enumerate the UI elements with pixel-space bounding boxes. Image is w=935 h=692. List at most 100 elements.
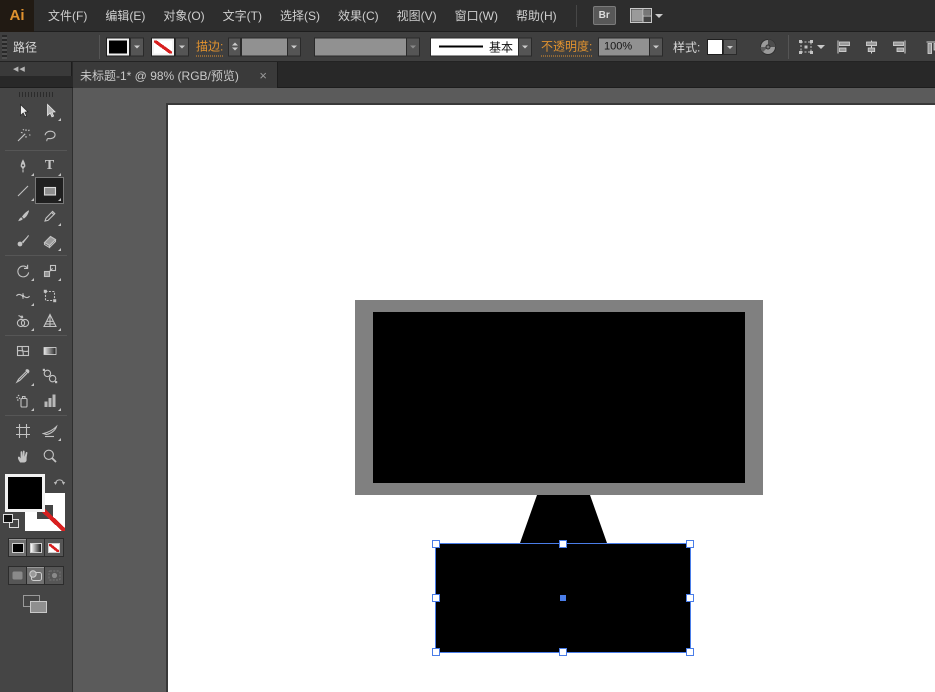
rotate-tool[interactable] xyxy=(9,258,36,283)
style-dropdown[interactable] xyxy=(723,38,737,55)
tool-group-divider xyxy=(5,255,67,256)
variable-width-dropdown[interactable] xyxy=(406,37,420,56)
pen-tool[interactable] xyxy=(9,153,36,178)
tab-close-button[interactable]: × xyxy=(256,68,270,83)
workspace-switcher-button[interactable] xyxy=(629,8,663,23)
color-button[interactable] xyxy=(9,539,27,556)
align-left-icon[interactable] xyxy=(836,40,851,54)
menu-view[interactable]: 视图(V) xyxy=(388,0,446,32)
draw-inside-button[interactable] xyxy=(45,567,63,584)
chevron-down-icon xyxy=(654,13,663,22)
stroke-color-dropdown[interactable] xyxy=(175,37,189,56)
none-button[interactable] xyxy=(45,539,63,556)
column-graph-tool[interactable] xyxy=(36,388,63,413)
opacity-panel-link[interactable]: 不透明度: xyxy=(541,37,593,56)
stroke-panel-link[interactable]: 描边: xyxy=(196,37,224,56)
lasso-tool[interactable] xyxy=(36,123,63,148)
fill-color-black xyxy=(109,40,127,53)
line-segment-tool[interactable] xyxy=(9,178,36,203)
recolor-artwork-icon[interactable] xyxy=(759,38,777,56)
fill-color-dropdown[interactable] xyxy=(130,37,144,56)
variable-width-profile-combo[interactable] xyxy=(314,37,406,56)
perspective-grid-tool[interactable] xyxy=(36,308,63,333)
symbol-sprayer-tool[interactable] xyxy=(9,388,36,413)
tool-group-divider xyxy=(5,335,67,336)
slice-tool[interactable] xyxy=(36,418,63,443)
document-tab[interactable]: 未标题-1* @ 98% (RGB/预览) × xyxy=(73,62,278,88)
eraser-tool[interactable] xyxy=(36,228,63,253)
selection-handle-e[interactable] xyxy=(686,594,694,602)
rectangle-tool[interactable] xyxy=(35,177,64,204)
artwork-monitor-base-selected[interactable] xyxy=(432,540,694,656)
selection-handle-w[interactable] xyxy=(432,594,440,602)
opacity-dropdown[interactable] xyxy=(649,37,663,56)
selection-handle-ne[interactable] xyxy=(686,540,694,548)
menu-edit[interactable]: 编辑(E) xyxy=(96,0,154,32)
paintbrush-tool[interactable] xyxy=(9,203,36,228)
selection-center-point[interactable] xyxy=(560,595,566,601)
selection-handle-nw[interactable] xyxy=(432,540,440,548)
workspace-layout-icon xyxy=(629,8,652,23)
align-top-icon-partial[interactable] xyxy=(926,40,935,54)
blob-brush-tool[interactable] xyxy=(9,228,36,253)
menu-window[interactable]: 窗口(W) xyxy=(446,0,507,32)
menu-help[interactable]: 帮助(H) xyxy=(507,0,566,32)
menu-type[interactable]: 文字(T) xyxy=(214,0,271,32)
gradient-tool[interactable] xyxy=(36,338,63,363)
shape-builder-icon xyxy=(16,314,29,327)
style-swatch[interactable] xyxy=(707,38,723,55)
draw-behind-button[interactable] xyxy=(27,567,45,584)
menu-select[interactable]: 选择(S) xyxy=(271,0,329,32)
gradient-button[interactable] xyxy=(27,539,45,556)
stroke-color-swatch[interactable] xyxy=(151,37,175,56)
zoom-tool[interactable] xyxy=(36,443,63,468)
stepper-down-icon xyxy=(231,47,238,53)
transform-reference-button[interactable] xyxy=(797,38,825,56)
menu-effect[interactable]: 效果(C) xyxy=(329,0,388,32)
selection-handle-s[interactable] xyxy=(559,648,567,656)
stroke-weight-combo[interactable] xyxy=(241,37,287,56)
control-bar-grip[interactable] xyxy=(2,34,7,59)
menu-file[interactable]: 文件(F) xyxy=(39,0,96,32)
selection-tool[interactable] xyxy=(9,98,36,123)
selection-handle-sw[interactable] xyxy=(432,648,440,656)
width-tool-icon xyxy=(15,292,30,299)
mesh-tool[interactable] xyxy=(9,338,36,363)
hand-tool[interactable] xyxy=(9,443,36,468)
tools-panel-grip[interactable] xyxy=(19,92,53,97)
scale-tool[interactable] xyxy=(36,258,63,283)
artwork-monitor-stand[interactable] xyxy=(520,495,607,543)
selection-handle-n[interactable] xyxy=(559,540,567,548)
direct-selection-tool[interactable] xyxy=(36,98,63,123)
bridge-button[interactable]: Br xyxy=(592,6,616,25)
brush-definition-dropdown[interactable] xyxy=(518,37,532,56)
free-transform-tool[interactable] xyxy=(36,283,63,308)
align-right-icon[interactable] xyxy=(892,40,907,54)
eyedropper-tool[interactable] xyxy=(9,363,36,388)
toolbar-collapse-button[interactable]: ◀◀ xyxy=(0,62,72,76)
stroke-weight-stepper[interactable] xyxy=(228,37,241,56)
blend-tool[interactable] xyxy=(36,363,63,388)
type-tool[interactable]: T xyxy=(36,153,63,178)
fill-proxy-swatch[interactable] xyxy=(5,474,45,512)
opacity-combo[interactable]: 100% xyxy=(598,37,649,56)
width-tool[interactable] xyxy=(9,283,36,308)
default-fill-stroke-icon[interactable] xyxy=(3,514,19,528)
artboard-tool[interactable] xyxy=(9,418,36,443)
swap-fill-stroke-icon[interactable] xyxy=(52,475,67,488)
mesh-icon xyxy=(16,345,29,356)
fill-color-swatch[interactable] xyxy=(106,37,130,56)
canvas[interactable] xyxy=(73,88,935,692)
artwork-monitor-screen[interactable] xyxy=(373,312,745,483)
screen-mode-button[interactable] xyxy=(23,595,49,615)
menu-object[interactable]: 对象(O) xyxy=(154,0,213,32)
brush-definition-combo[interactable]: 基本 xyxy=(430,37,518,56)
selection-handle-se[interactable] xyxy=(686,648,694,656)
align-center-icon[interactable] xyxy=(864,40,879,54)
shape-builder-tool[interactable] xyxy=(9,308,36,333)
pencil-tool[interactable] xyxy=(36,203,63,228)
fill-color-black xyxy=(8,477,42,509)
draw-normal-button[interactable] xyxy=(9,567,27,584)
magic-wand-tool[interactable] xyxy=(9,123,36,148)
stroke-weight-dropdown[interactable] xyxy=(287,37,301,56)
